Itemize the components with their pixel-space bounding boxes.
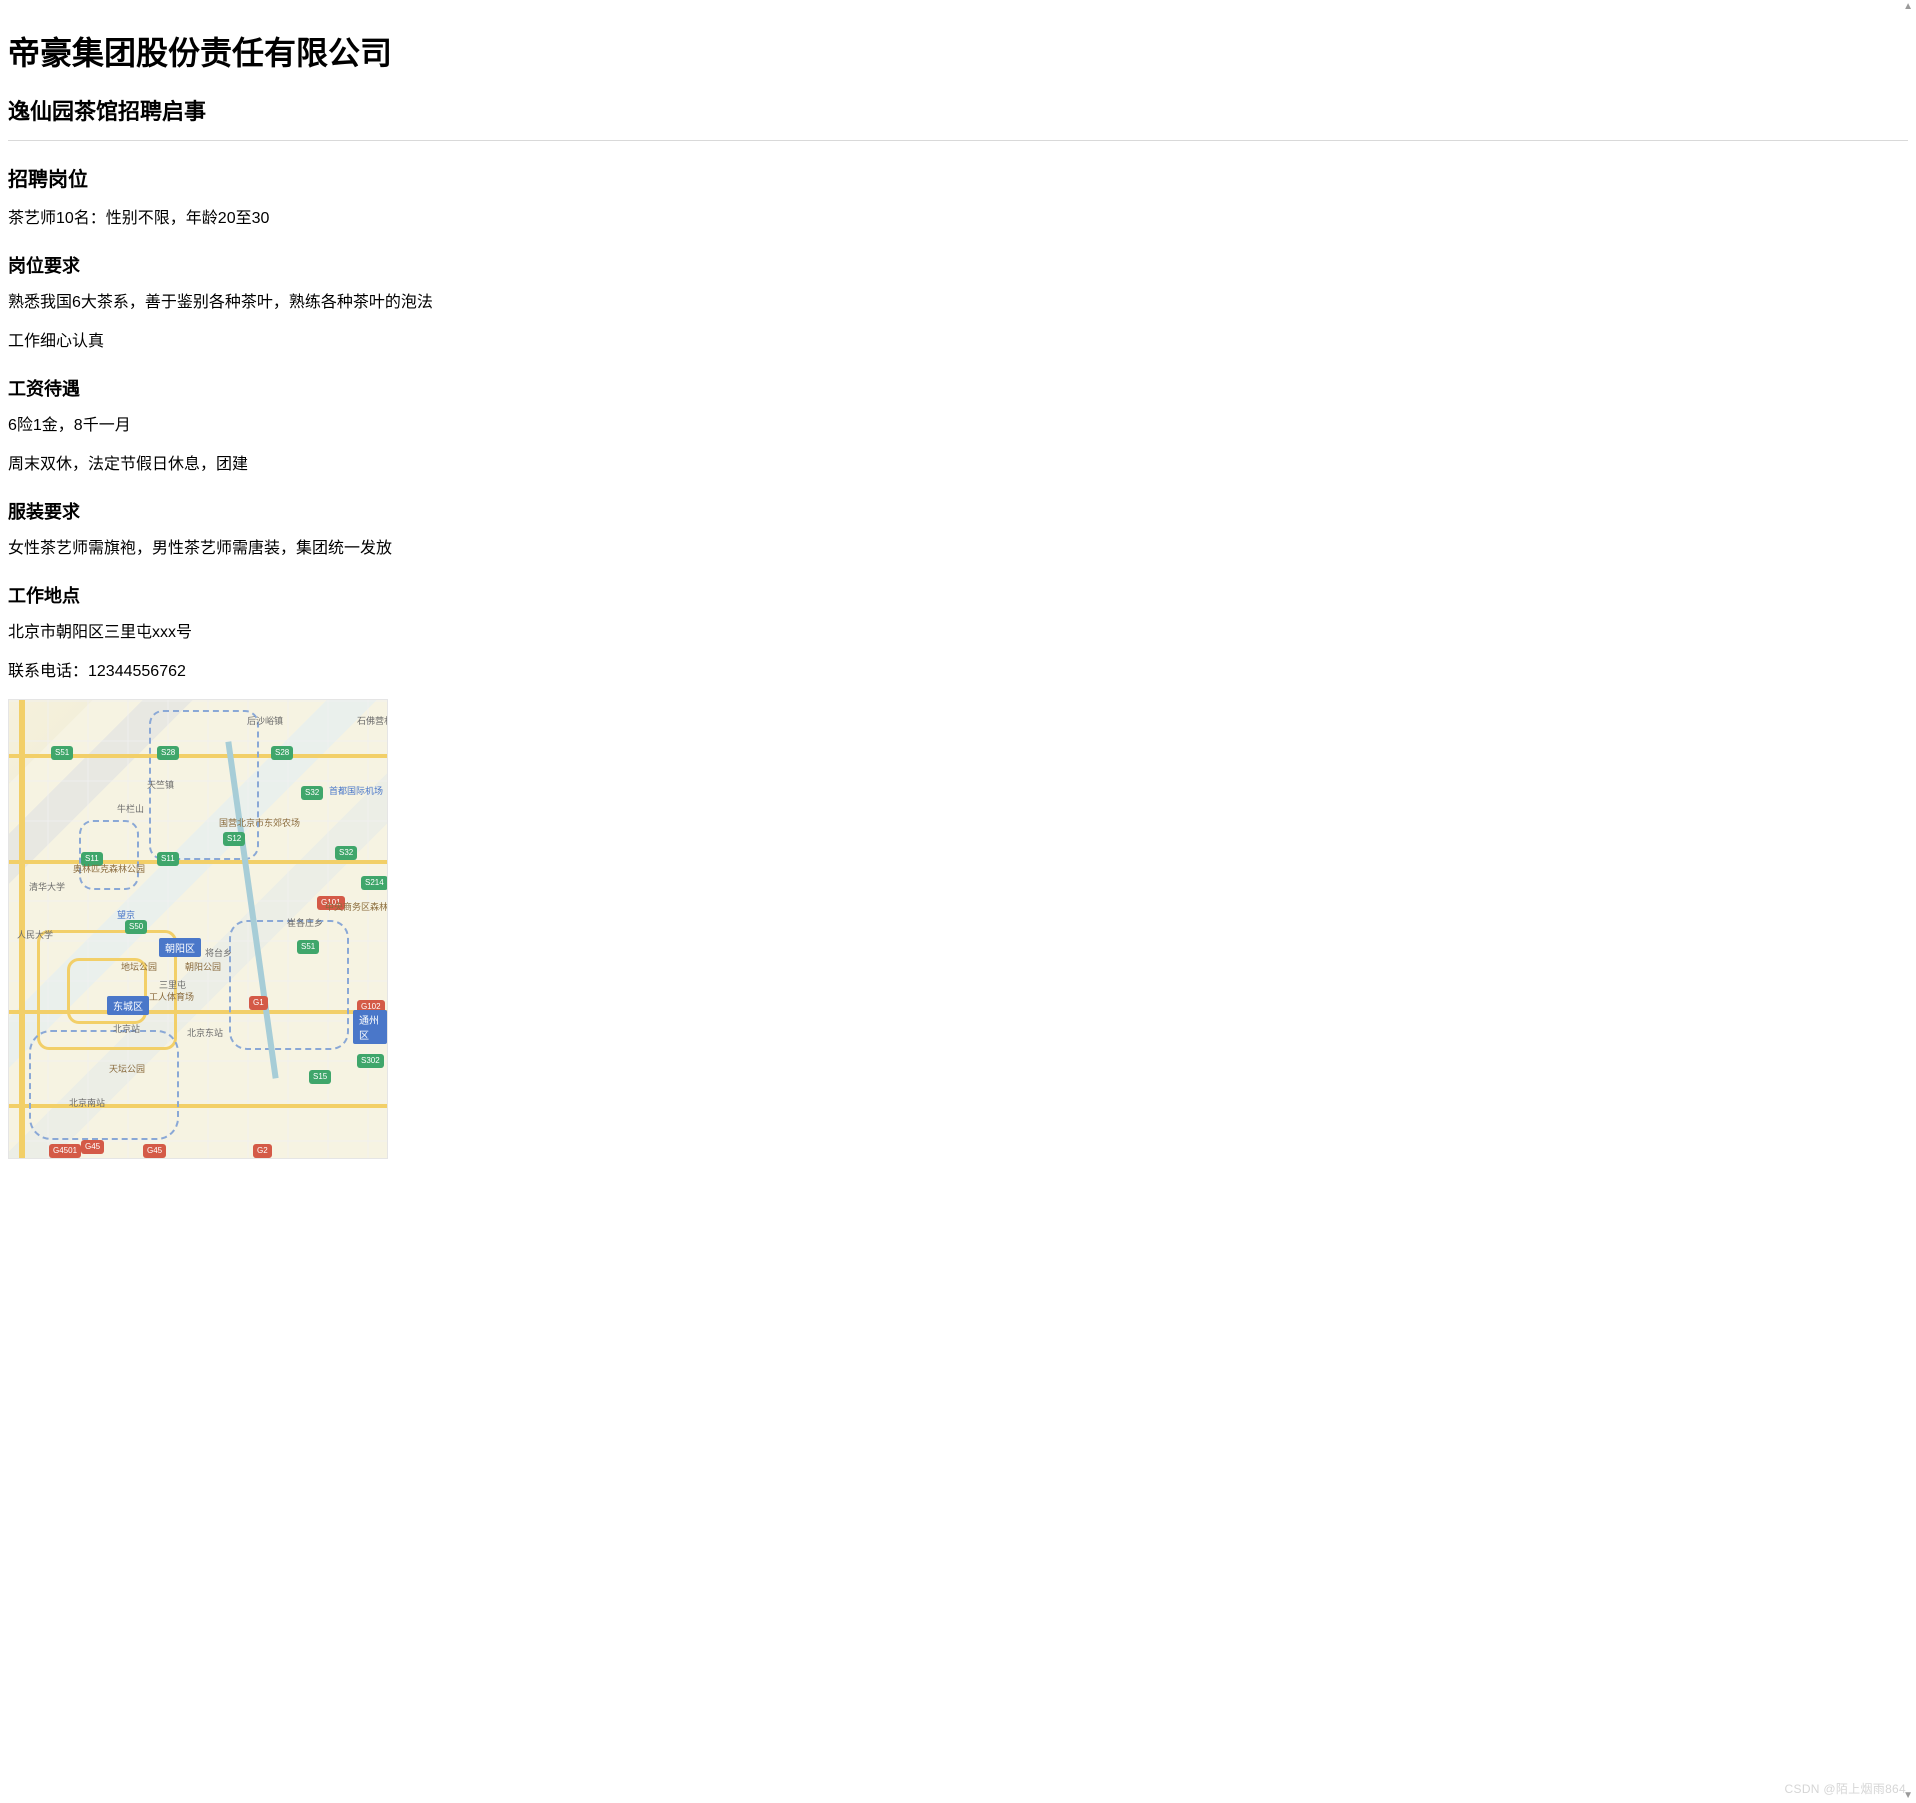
map-road-badge: S302	[357, 1054, 384, 1068]
map-road-badge: S51	[51, 746, 73, 760]
map-place-label: 将台乡	[205, 946, 232, 959]
map-road-badge: S50	[125, 920, 147, 934]
watermark: CSDN @陌上烟雨864	[1785, 1780, 1906, 1797]
map-road-badge: G4501	[49, 1144, 81, 1158]
map-road-badge: G45	[81, 1140, 104, 1154]
divider	[8, 140, 1908, 141]
map-road-badge: G45	[143, 1144, 166, 1158]
map-place-label: 天竺镇	[147, 778, 174, 791]
map-place-label: 清华大学	[29, 880, 65, 893]
map-road-badge: S32	[301, 786, 323, 800]
scroll-up-arrow-icon[interactable]: ▲	[1903, 2, 1913, 12]
map-place-label: 石佛营村	[357, 714, 388, 727]
map-place-label: 国营北京市东郊农场	[219, 816, 300, 829]
map-place-label: 牛栏山	[117, 802, 144, 815]
map-road-badge: S15	[309, 1070, 331, 1084]
map-road-badge: G2	[253, 1144, 272, 1158]
map-road-badge: S28	[157, 746, 179, 760]
map-district-tongzhou: 通州区	[353, 1010, 387, 1044]
map-road-badge: S11	[157, 852, 179, 866]
map-place-label: 崔各庄乡	[287, 916, 323, 929]
map-place-label: 奥林匹克森林公园	[73, 862, 145, 875]
dress-text: 女性茶艺师需旗袍，男性茶艺师需唐装，集团统一发放	[8, 536, 1908, 562]
map-place-label: 北京东站	[187, 1026, 223, 1039]
map-district-chaoyang: 朝阳区	[159, 938, 201, 957]
section-heading-dress: 服装要求	[8, 498, 1908, 524]
map-place-label: 北京站	[113, 1022, 140, 1035]
map-place-label: 后沙峪镇	[247, 714, 283, 727]
map-road-badge: S28	[271, 746, 293, 760]
map-place-label: 三里屯	[159, 978, 186, 991]
company-title: 帝豪集团股份责任有限公司	[8, 28, 1908, 74]
map-place-label: 首都国际机场	[329, 784, 383, 797]
map-road-badge: S12	[223, 832, 245, 846]
map-road-badge: G1	[249, 996, 268, 1010]
map-place-label: 中央商务区森林公园	[325, 900, 388, 913]
section-heading-location: 工作地点	[8, 582, 1908, 608]
scroll-down-arrow-icon[interactable]: ▼	[1903, 1791, 1913, 1801]
map-place-label: 望京	[117, 908, 135, 921]
requirements-text-2: 工作细心认真	[8, 329, 1908, 355]
location-text-2: 联系电话：12344556762	[8, 659, 1908, 685]
requirements-text-1: 熟悉我国6大茶系，善于鉴别各种茶叶，熟练各种茶叶的泡法	[8, 290, 1908, 316]
map-place-label: 朝阳公园	[185, 960, 221, 973]
map-road-badge: S214	[361, 876, 388, 890]
map-road-badge: S32	[335, 846, 357, 860]
map-place-label: 人民大学	[17, 928, 53, 941]
map-place-label: 地坛公园	[121, 960, 157, 973]
map-place-label: 天坛公园	[109, 1062, 145, 1075]
section-heading-salary: 工资待遇	[8, 375, 1908, 401]
positions-text: 茶艺师10名：性别不限，年龄20至30	[8, 206, 1908, 232]
salary-text-2: 周末双休，法定节假日休息，团建	[8, 452, 1908, 478]
map-image: S51 S28 S28 S11 S11 S32 S32 S214 S12 S50…	[8, 699, 388, 1159]
salary-text-1: 6险1金，8千一月	[8, 413, 1908, 439]
map-place-label: 北京南站	[69, 1096, 105, 1109]
section-heading-requirements: 岗位要求	[8, 252, 1908, 278]
section-heading-positions: 招聘岗位	[8, 163, 1908, 192]
map-place-label: 工人体育场	[149, 990, 194, 1003]
map-road-badge: S51	[297, 940, 319, 954]
location-text-1: 北京市朝阳区三里屯xxx号	[8, 620, 1908, 646]
recruitment-subtitle: 逸仙园茶馆招聘启事	[8, 94, 1908, 126]
map-district-dongcheng: 东城区	[107, 996, 149, 1015]
